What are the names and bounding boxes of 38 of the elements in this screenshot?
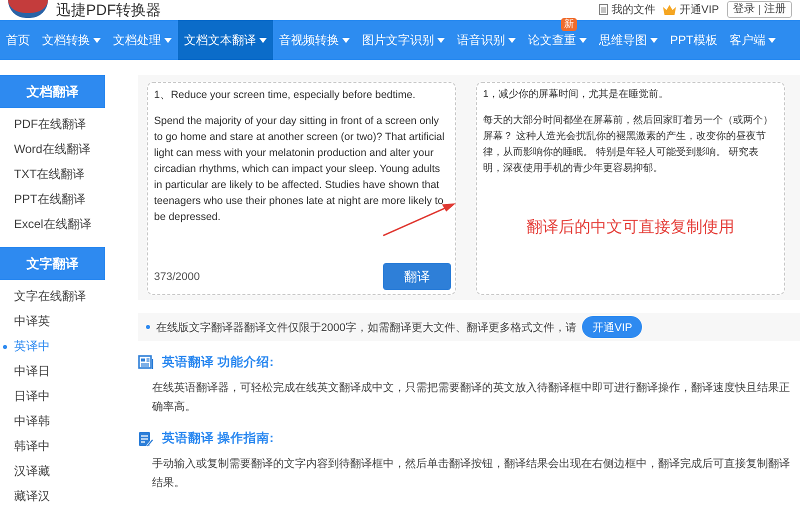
header-link[interactable]: 我的文件	[599, 2, 656, 17]
register-link[interactable]: 注册	[764, 2, 786, 17]
sidebar-item[interactable]: 中译英	[0, 309, 105, 334]
bullet-icon	[3, 344, 7, 348]
sidebar-item[interactable]: Excel在线翻译	[0, 212, 105, 237]
source-text-field[interactable]: 1、Reduce your screen time, especially before bedtime. Spend the majority of your day sitting in front of a screen only to go home and stare at another screen (or two)? That artificial light can mess with your melatonin production and alter your circadian rhythms, which can impact your sleep. Young adults in particular are likely to be affected. Studies have shown that teenagers who use their phones late at night are more likely to be depressed. 373/2000 翻译	[147, 82, 456, 295]
sidebar-item[interactable]: Word在线翻译	[0, 137, 105, 162]
sidebar-header: 文字翻译	[0, 247, 105, 280]
sidebar-item[interactable]: PDF在线翻译	[0, 112, 105, 137]
section-title: 英语翻译 功能介绍:	[162, 354, 274, 370]
sidebar-item[interactable]: 中译日	[0, 359, 105, 384]
translate-button[interactable]: 翻译	[383, 263, 451, 290]
logo-text: 迅捷PDF转换器	[56, 2, 161, 20]
bullet-icon	[146, 325, 150, 329]
notice-text: 在线版文字翻译器翻译文件仅限于2000字，如需翻译更大文件、翻译更多格式文件，请	[156, 320, 576, 334]
document-icon	[599, 4, 608, 15]
section-text: 在线英语翻译器，可轻松完成在线英文翻译成中文，只需把需要翻译的英文放入待翻译框中即可进行翻译操作，翻译速度快且结果正确率高。	[152, 380, 791, 415]
document-icon	[138, 354, 154, 370]
sidebar-item[interactable]: 韩译中	[0, 434, 105, 459]
sidebar-item[interactable]: 汉译藏	[0, 459, 105, 484]
annotation-text: 翻译后的中文可直接复制使用	[526, 218, 736, 238]
section-text: 手动输入或复制需要翻译的文字内容到待翻译框中，然后单击翻译按钮，翻译结果会出现在右侧边框中，翻译完成后可直接复制翻译结果。	[152, 456, 791, 491]
section-title: 英语翻译 操作指南:	[162, 430, 274, 446]
login-link[interactable]: 登录	[733, 2, 755, 17]
notepad-pencil-icon	[138, 430, 154, 446]
sidebar-header: 文档翻译	[0, 75, 105, 108]
sidebar-item[interactable]: 中译韩	[0, 409, 105, 434]
sidebar-item[interactable]: PPT在线翻译	[0, 187, 105, 212]
crown-icon	[663, 4, 676, 14]
nav-item[interactable]: 文档文本翻译	[178, 20, 273, 60]
sidebar-item[interactable]: 文字在线翻译	[0, 284, 105, 309]
sidebar-item[interactable]: 藏译汉	[0, 484, 105, 509]
header-link[interactable]: 开通VIP	[663, 2, 719, 17]
character-count: 373/2000	[154, 270, 200, 282]
result-text-field[interactable]: 1，减少你的屏幕时间，尤其是在睡觉前。 每天的大部分时间都坐在屏幕前，然后回家盯着另一个（或两个）屏幕？ 这种人造光会扰乱你的褪黑激素的产生，改变你的昼夜节律，从而影响你的睡眠。 特别是年轻人可能受到影响。 研究表明，深夜使用手机的青少年更容易抑郁。 翻译后的中文可直接复制使用	[476, 82, 785, 295]
sidebar-item[interactable]: TXT在线翻译	[0, 162, 105, 187]
new-badge: 新	[561, 18, 577, 31]
sidebar-item[interactable]: 日译中	[0, 384, 105, 409]
